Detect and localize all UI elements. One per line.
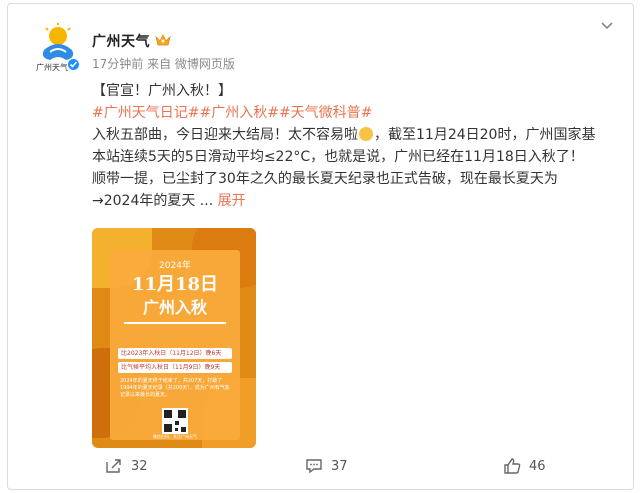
body-line: 本站连续5天的5日滑动平均≤22°C，也就是说，广州已经在11月18日入秋了！	[92, 149, 584, 165]
more-options-icon[interactable]	[600, 18, 614, 37]
post-time[interactable]: 17分钟前	[92, 57, 143, 71]
comment-icon	[306, 459, 322, 474]
qr-code-icon	[162, 408, 188, 434]
poster-date: 11月18日	[131, 274, 219, 295]
post-image[interactable]: 2024年 11月18日 广州入秋 比2023年入秋日（11月12日）晚6天 比…	[92, 228, 256, 448]
post-source: 来自 微博网页版	[147, 57, 235, 71]
poster-body: 2024年的夏天终于结束了，共207天，打破了1994年的夏天纪录（共200天）…	[120, 378, 230, 398]
verified-badge-icon	[67, 58, 80, 71]
poster-row: 比2023年入秋日（11月12日）晚6天	[118, 348, 232, 359]
vip-crown-icon	[155, 34, 171, 46]
body-text: ，截至11月24日20时，广州国家基	[374, 127, 596, 143]
hashtag-link[interactable]: #广州入秋#	[199, 105, 278, 121]
avatar-caption: 广州天气	[36, 63, 68, 72]
author-name[interactable]: 广州天气	[92, 31, 150, 51]
hashtag-link[interactable]: #广州天气日记#	[92, 105, 199, 121]
body-line: →2024年的夏天 ... 展开	[92, 190, 612, 212]
thumbs-up-icon	[504, 458, 521, 474]
comment-button[interactable]: 37	[305, 458, 348, 474]
crying-emoji-icon	[359, 127, 373, 141]
share-icon	[106, 459, 121, 473]
post-meta: 17分钟前 来自 微博网页版	[92, 55, 235, 72]
poster-divider	[124, 322, 226, 324]
poster-panel: 2024年 11月18日 广州入秋 比2023年入秋日（11月12日）晚6天 比…	[110, 250, 240, 440]
share-count: 32	[131, 458, 148, 474]
body-line: 顺带一提，已尘封了30年之久的最长夏天纪录也正式告破，现在最长夏天为	[92, 171, 558, 187]
like-count: 46	[529, 458, 546, 474]
poster-footer: 微信扫码，关注广州天气	[153, 434, 197, 439]
share-button[interactable]: 32	[105, 458, 148, 474]
tag-list: #广州天气日记##广州入秋##天气微科普#	[92, 102, 612, 124]
poster-row: 比气候平均入秋日（11月9日）晚9天	[118, 362, 232, 373]
expand-link[interactable]: 展开	[218, 193, 246, 209]
body-line: 入秋五部曲，今日迎来大结局！太不容易啦 ，截至11月24日20时，广州国家基	[92, 124, 612, 146]
comment-count: 37	[331, 458, 348, 474]
body-text: 入秋五部曲，今日迎来大结局！太不容易啦	[92, 127, 358, 143]
post-title-line: 【官宣！广州入秋！】	[92, 83, 232, 99]
body-text: →2024年的夏天 ...	[92, 193, 214, 209]
poster-title: 广州入秋	[142, 298, 207, 317]
like-button[interactable]: 46	[503, 458, 546, 474]
post-content: 【官宣！广州入秋！】 #广州天气日记##广州入秋##天气微科普# 入秋五部曲，今…	[92, 80, 612, 212]
action-bar: 32 37 46	[7, 452, 634, 480]
hashtag-link[interactable]: #天气微科普#	[279, 105, 372, 121]
